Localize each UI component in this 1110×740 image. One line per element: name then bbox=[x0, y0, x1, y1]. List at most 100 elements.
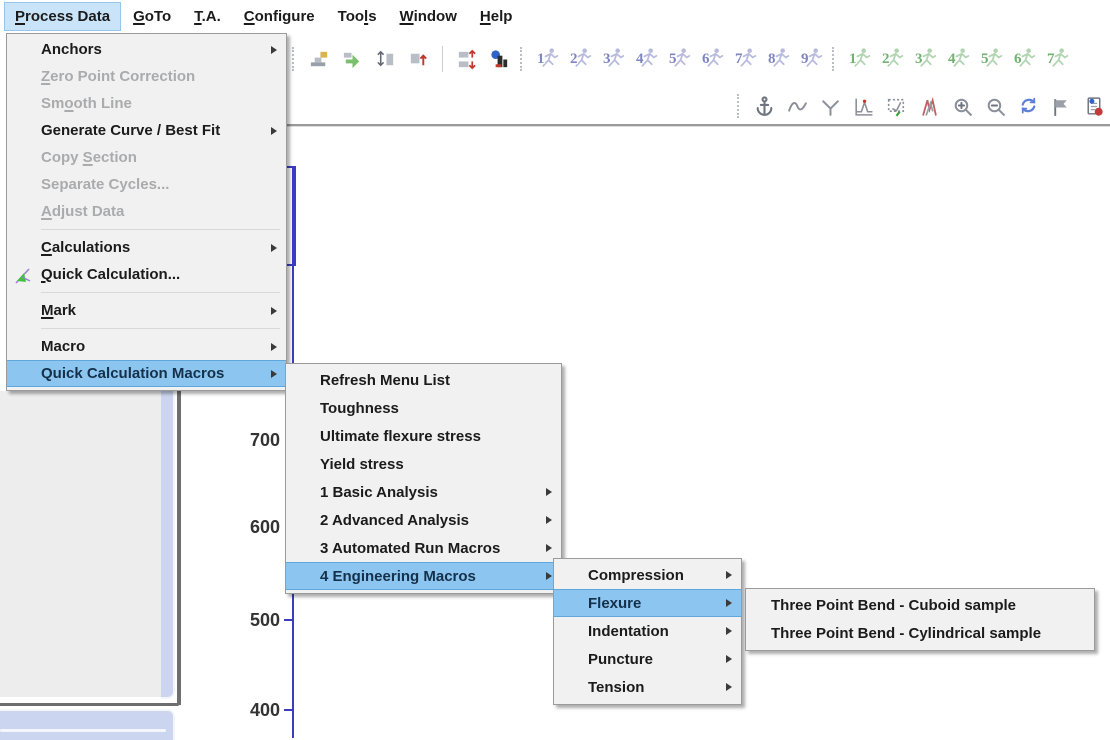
submenu-arrow-icon bbox=[726, 599, 732, 607]
menu-item-separate-cycles[interactable]: Separate Cycles... bbox=[7, 171, 286, 198]
toolbar-bottom-border bbox=[283, 124, 1110, 127]
label: Generate Curve / Best Fit bbox=[41, 122, 220, 139]
label: Macro bbox=[41, 338, 85, 355]
menu-item-engineering-macros[interactable]: 4 Engineering Macros bbox=[286, 562, 561, 590]
y-axis-tick-label: 600 bbox=[236, 517, 280, 538]
menu-item-zero-point-correction[interactable]: Zero Point Correction bbox=[7, 63, 286, 90]
select-section-icon[interactable] bbox=[884, 94, 909, 119]
y-axis-tick-label: 500 bbox=[236, 610, 280, 631]
menu-item-automated-run-macros[interactable]: 3 Automated Run Macros bbox=[286, 534, 561, 562]
refresh-graph-icon[interactable] bbox=[1016, 94, 1041, 119]
menu-item-basic-analysis[interactable]: 1 Basic Analysis bbox=[286, 478, 561, 506]
zoom-in-icon[interactable] bbox=[950, 94, 975, 119]
run-macro-3-button[interactable]: 3 bbox=[601, 46, 626, 72]
menu-item-mark[interactable]: Mark bbox=[7, 297, 286, 324]
toolbar-grip[interactable] bbox=[292, 47, 297, 71]
run-quick-macro-5-button[interactable]: 5 bbox=[979, 46, 1004, 72]
label: Configure bbox=[244, 8, 315, 25]
menu-item-macro[interactable]: Macro bbox=[7, 333, 286, 360]
label: Toughness bbox=[320, 400, 399, 417]
menu-item-indentation[interactable]: Indentation bbox=[554, 617, 741, 645]
zero-point-icon[interactable] bbox=[373, 47, 398, 72]
process-data-menu: Anchors Zero Point Correction Smooth Lin… bbox=[6, 33, 287, 391]
run-macro-7-button[interactable]: 7 bbox=[733, 46, 758, 72]
separate-cycles-icon[interactable] bbox=[454, 47, 479, 72]
toolbar-grip[interactable] bbox=[520, 47, 525, 71]
left-panel-bottom-border bbox=[0, 703, 179, 706]
menu-ta[interactable]: T.A. bbox=[184, 3, 231, 30]
submenu-arrow-icon bbox=[546, 488, 552, 496]
submenu-arrow-icon bbox=[726, 627, 732, 635]
label: 2 Advanced Analysis bbox=[320, 512, 469, 529]
menu-goto[interactable]: GoTo bbox=[123, 3, 181, 30]
engineering-macros-menu: Compression Flexure Indentation Puncture… bbox=[553, 558, 742, 705]
peak-detect-icon[interactable] bbox=[851, 94, 876, 119]
label: Puncture bbox=[588, 651, 653, 668]
menu-help[interactable]: Help bbox=[470, 3, 523, 30]
run-quick-macro-3-button[interactable]: 3 bbox=[913, 46, 938, 72]
submenu-arrow-icon bbox=[271, 307, 277, 315]
menu-item-three-point-bend-cuboid[interactable]: Three Point Bend - Cuboid sample bbox=[746, 591, 1094, 619]
drop-anchor-icon[interactable] bbox=[752, 94, 777, 119]
separate-curves-icon[interactable] bbox=[818, 94, 843, 119]
run-macro-9-button[interactable]: 9 bbox=[799, 46, 824, 72]
toolbar-grip[interactable] bbox=[832, 47, 837, 71]
docked-window-edge bbox=[0, 709, 175, 740]
menu-item-anchors[interactable]: Anchors bbox=[7, 36, 286, 63]
run-macro-5-button[interactable]: 5 bbox=[667, 46, 692, 72]
menu-bar: Process Data GoTo T.A. Configure Tools W… bbox=[0, 0, 1110, 33]
menu-item-calculations[interactable]: Calculations bbox=[7, 234, 286, 261]
y-axis-tick bbox=[284, 709, 293, 711]
run-quick-macro-2-button[interactable]: 2 bbox=[880, 46, 905, 72]
menu-item-toughness[interactable]: Toughness bbox=[286, 394, 561, 422]
menu-item-three-point-bend-cylindrical[interactable]: Three Point Bend - Cylindrical sample bbox=[746, 619, 1094, 647]
run-macro-1-button[interactable]: 1 bbox=[535, 46, 560, 72]
label: 1 Basic Analysis bbox=[320, 484, 438, 501]
overlay-curves-icon[interactable] bbox=[917, 94, 942, 119]
label: 3 Automated Run Macros bbox=[320, 540, 500, 557]
menu-item-adjust-data[interactable]: Adjust Data bbox=[7, 198, 286, 225]
flag-marker-icon[interactable] bbox=[1049, 94, 1074, 119]
menu-window[interactable]: Window bbox=[390, 3, 467, 30]
menu-item-tension[interactable]: Tension bbox=[554, 673, 741, 701]
submenu-arrow-icon bbox=[271, 343, 277, 351]
y-axis-tick-label: 400 bbox=[236, 700, 280, 721]
label: Refresh Menu List bbox=[320, 372, 450, 389]
label: Ultimate flexure stress bbox=[320, 428, 481, 445]
run-macro-8-button[interactable]: 8 bbox=[766, 46, 791, 72]
report-icon[interactable] bbox=[1082, 94, 1107, 119]
menu-item-quick-calculation[interactable]: Quick Calculation... bbox=[7, 261, 286, 288]
run-quick-macro-7-button[interactable]: 7 bbox=[1045, 46, 1070, 72]
run-quick-macro-4-button[interactable]: 4 bbox=[946, 46, 971, 72]
submenu-arrow-icon bbox=[726, 683, 732, 691]
menu-tools[interactable]: Tools bbox=[328, 3, 387, 30]
label: Quick Calculation Macros bbox=[41, 365, 224, 382]
quick-calculation-icon[interactable] bbox=[487, 47, 512, 72]
menu-item-generate-curve-best-fit[interactable]: Generate Curve / Best Fit bbox=[7, 117, 286, 144]
menu-configure[interactable]: Configure bbox=[234, 3, 325, 30]
toolbar-grip[interactable] bbox=[737, 94, 742, 118]
menu-item-quick-calculation-macros[interactable]: Quick Calculation Macros bbox=[7, 360, 286, 387]
adjust-data-icon[interactable] bbox=[406, 47, 431, 72]
menu-item-refresh-menu-list[interactable]: Refresh Menu List bbox=[286, 366, 561, 394]
menu-item-yield-stress[interactable]: Yield stress bbox=[286, 450, 561, 478]
anchor-accept-icon[interactable] bbox=[340, 47, 365, 72]
zoom-out-icon[interactable] bbox=[983, 94, 1008, 119]
menu-item-advanced-analysis[interactable]: 2 Advanced Analysis bbox=[286, 506, 561, 534]
run-macro-2-button[interactable]: 2 bbox=[568, 46, 593, 72]
run-macro-4-button[interactable]: 4 bbox=[634, 46, 659, 72]
menu-item-compression[interactable]: Compression bbox=[554, 561, 741, 589]
submenu-arrow-icon bbox=[726, 571, 732, 579]
anchor-set-icon[interactable] bbox=[307, 47, 332, 72]
menu-item-copy-section[interactable]: Copy Section bbox=[7, 144, 286, 171]
menu-item-ultimate-flexure-stress[interactable]: Ultimate flexure stress bbox=[286, 422, 561, 450]
menu-process-data[interactable]: Process Data bbox=[5, 3, 120, 30]
smooth-line-icon[interactable] bbox=[785, 94, 810, 119]
menu-item-smooth-line[interactable]: Smooth Line bbox=[7, 90, 286, 117]
run-quick-macro-6-button[interactable]: 6 bbox=[1012, 46, 1037, 72]
run-macro-6-button[interactable]: 6 bbox=[700, 46, 725, 72]
label: Zero Point Correction bbox=[41, 68, 195, 85]
menu-item-flexure[interactable]: Flexure bbox=[554, 589, 741, 617]
run-quick-macro-1-button[interactable]: 1 bbox=[847, 46, 872, 72]
menu-item-puncture[interactable]: Puncture bbox=[554, 645, 741, 673]
